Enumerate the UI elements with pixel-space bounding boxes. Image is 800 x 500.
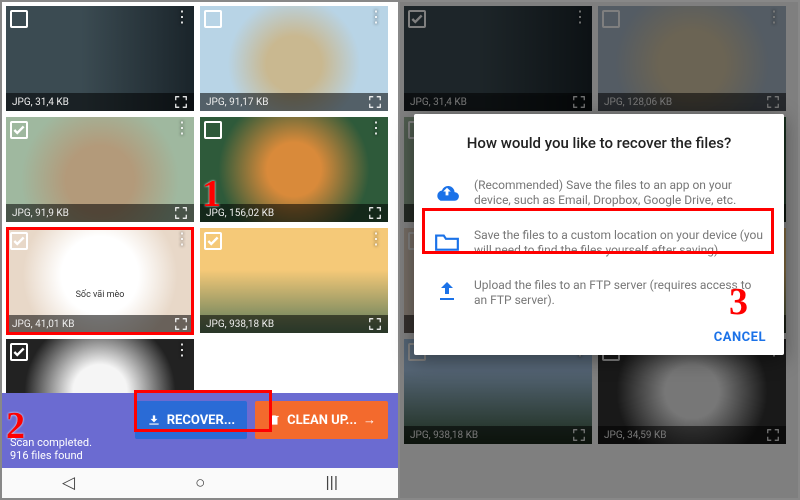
thumb-footer: JPG, 41,01 KB bbox=[6, 315, 194, 333]
checkbox[interactable] bbox=[10, 121, 28, 139]
more-icon[interactable]: ⋮ bbox=[174, 121, 190, 135]
expand-icon[interactable] bbox=[368, 317, 382, 331]
nav-home-icon[interactable]: ○ bbox=[195, 473, 205, 493]
more-icon[interactable]: ⋮ bbox=[368, 232, 384, 246]
folder-icon bbox=[434, 228, 460, 254]
left-thumb-3[interactable]: ⋮ JPG, 156,02 KB bbox=[200, 117, 388, 222]
thumb-footer: JPG, 938,18 KB bbox=[200, 315, 388, 333]
option-2-text: Save the files to a custom location on y… bbox=[474, 228, 764, 258]
arrow-right-icon: → bbox=[363, 412, 376, 428]
more-icon[interactable]: ⋮ bbox=[174, 343, 190, 357]
recover-options-dialog: How would you like to recover the files?… bbox=[414, 114, 784, 355]
option-upload-ftp[interactable]: Upload the files to an FTP server (requi… bbox=[432, 268, 766, 318]
more-icon[interactable]: ⋮ bbox=[368, 10, 384, 24]
dialog-title: How would you like to recover the files? bbox=[432, 134, 766, 152]
left-thumb-5[interactable]: ⋮ JPG, 938,18 KB bbox=[200, 228, 388, 333]
file-size: JPG, 156,02 KB bbox=[206, 208, 274, 219]
expand-icon[interactable] bbox=[174, 317, 188, 331]
android-navbar: ◁ ○ ||| bbox=[2, 468, 398, 498]
upload-icon bbox=[434, 278, 460, 304]
expand-icon[interactable] bbox=[368, 206, 382, 220]
thumb-footer: JPG, 156,02 KB bbox=[200, 204, 388, 222]
left-thumb-0[interactable]: ⋮ JPG, 31,4 KB bbox=[6, 6, 194, 111]
recover-label: RECOVER... bbox=[167, 413, 235, 428]
checkbox[interactable] bbox=[10, 232, 28, 250]
bottom-action-bar: RECOVER... CLEAN UP... → Scan completed.… bbox=[2, 393, 398, 468]
file-size: JPG, 938,18 KB bbox=[206, 319, 274, 330]
nav-back-icon[interactable]: ◁ bbox=[62, 473, 75, 493]
checkbox[interactable] bbox=[204, 10, 222, 28]
thumb-footer: JPG, 91,9 KB bbox=[6, 204, 194, 222]
photo-grid: ⋮ JPG, 31,4 KB ⋮ JPG, 91,17 KB ⋮ JPG, 91,9 KB… bbox=[2, 2, 398, 448]
expand-icon[interactable] bbox=[174, 95, 188, 109]
left-thumb-4[interactable]: ⋮ Sốc vãi mèo JPG, 41,01 KB bbox=[6, 228, 194, 333]
more-icon[interactable]: ⋮ bbox=[174, 232, 190, 246]
option-save-custom-location[interactable]: Save the files to a custom location on y… bbox=[432, 218, 766, 268]
file-size: JPG, 91,17 KB bbox=[206, 97, 269, 108]
more-icon[interactable]: ⋮ bbox=[368, 121, 384, 135]
trash-icon bbox=[267, 413, 281, 427]
checkbox[interactable] bbox=[204, 232, 222, 250]
clean-up-button[interactable]: CLEAN UP... → bbox=[255, 401, 388, 439]
status-line-2: 916 files found bbox=[10, 449, 92, 462]
thumb-caption: Sốc vãi mèo bbox=[70, 288, 131, 302]
left-thumb-2[interactable]: ⋮ JPG, 91,9 KB bbox=[6, 117, 194, 222]
checkbox[interactable] bbox=[204, 121, 222, 139]
cancel-button[interactable]: CANCEL bbox=[714, 330, 766, 345]
thumb-footer: JPG, 31,4 KB bbox=[6, 93, 194, 111]
file-size: JPG, 41,01 KB bbox=[12, 319, 75, 330]
checkbox[interactable] bbox=[10, 343, 28, 361]
scan-results-screen: ⋮ JPG, 31,4 KB ⋮ JPG, 91,17 KB ⋮ JPG, 91,9 KB… bbox=[2, 2, 400, 498]
option-1-text: (Recommended) Save the files to an app o… bbox=[474, 178, 764, 208]
recover-dialog-screen: ⋮JPG, 31,4 KB⋮JPG, 128,06 KB⋮⋮⋮⋮⋮JPG, 93… bbox=[400, 2, 798, 498]
file-size: JPG, 31,4 KB bbox=[12, 97, 69, 108]
scan-status: Scan completed. 916 files found bbox=[10, 436, 92, 462]
clean-label: CLEAN UP... bbox=[287, 413, 357, 428]
left-thumb-1[interactable]: ⋮ JPG, 91,17 KB bbox=[200, 6, 388, 111]
nav-recent-icon[interactable]: ||| bbox=[326, 473, 338, 493]
cloud-upload-icon bbox=[434, 178, 460, 204]
option-save-to-app[interactable]: (Recommended) Save the files to an app o… bbox=[432, 168, 766, 218]
expand-icon[interactable] bbox=[368, 95, 382, 109]
option-3-text: Upload the files to an FTP server (requi… bbox=[474, 278, 764, 308]
recover-button[interactable]: RECOVER... bbox=[135, 401, 247, 439]
more-icon[interactable]: ⋮ bbox=[174, 10, 190, 24]
file-size: JPG, 91,9 KB bbox=[12, 208, 69, 219]
checkbox[interactable] bbox=[10, 10, 28, 28]
expand-icon[interactable] bbox=[174, 206, 188, 220]
download-icon bbox=[147, 413, 161, 427]
thumb-footer: JPG, 91,17 KB bbox=[200, 93, 388, 111]
status-line-1: Scan completed. bbox=[10, 436, 92, 449]
